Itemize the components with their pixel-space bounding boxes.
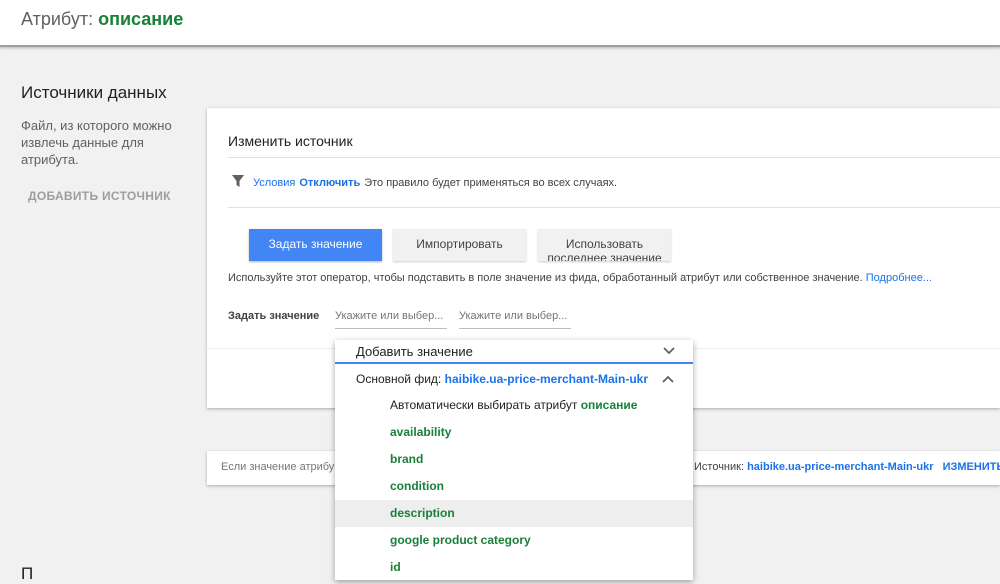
condition-note: Это правило будет применяться во всех сл…	[364, 176, 618, 189]
tab-use-last-value[interactable]: Использовать последнее значение	[538, 229, 671, 261]
next-section-title: П	[21, 564, 34, 583]
list-item[interactable]: condition	[335, 473, 693, 500]
edit-button[interactable]: ИЗМЕНИТЬ	[943, 461, 1000, 473]
add-source-button[interactable]: ДОБАВИТЬ ИСТОЧНИК	[28, 189, 171, 203]
chevron-up-icon[interactable]	[662, 375, 674, 383]
filter-icon	[231, 174, 253, 191]
divider	[228, 207, 1000, 208]
chevron-down-icon	[663, 347, 675, 355]
disable-link[interactable]: Отключить	[299, 177, 360, 189]
rule-summary-text: Если значение атрибу	[221, 461, 335, 473]
source-info: Источник: haibike.ua-price-merchant-Main…	[694, 461, 1000, 473]
tab-import[interactable]: Импортировать	[393, 229, 526, 261]
feed-group-header[interactable]: Основной фид: haibike.ua-price-merchant-…	[356, 372, 648, 386]
set-value-label: Задать значение	[228, 310, 320, 322]
help-text-row: Используйте этот оператор, чтобы подстав…	[228, 272, 932, 284]
sources-description: Файл, из которого можно извлечь данные д…	[21, 118, 172, 167]
title-attribute: описание	[98, 9, 184, 29]
auto-attribute: описание	[580, 398, 638, 412]
learn-more-link[interactable]: Подробнее...	[866, 272, 932, 284]
feed-label: Основной фид:	[356, 372, 442, 386]
page-title: Атрибут: описание	[21, 9, 183, 30]
value-input-1[interactable]: Укажите или выбер...	[335, 306, 447, 329]
source-label: Источник:	[694, 461, 745, 473]
list-item[interactable]: brand	[335, 446, 693, 473]
list-item[interactable]: availability	[335, 419, 693, 446]
conditions-link[interactable]: Условия	[253, 177, 295, 189]
list-item[interactable]: google product category	[335, 527, 693, 554]
add-value-dropdown: Добавить значение Основной фид: haibike.…	[335, 340, 693, 580]
list-item[interactable]: id	[335, 554, 693, 580]
sources-title: Источники данных	[21, 83, 167, 102]
value-input-2[interactable]: Укажите или выбер...	[459, 306, 571, 329]
top-bar: Атрибут: описание	[0, 0, 1000, 47]
auto-label: Автоматически выбирать атрибут	[390, 398, 578, 412]
divider	[228, 157, 1000, 158]
dropdown-header-label: Добавить значение	[356, 344, 473, 359]
dropdown-header[interactable]: Добавить значение	[335, 340, 693, 364]
condition-row: Условия Отключить Это правило будет прим…	[231, 174, 617, 191]
list-item[interactable]: description	[335, 500, 693, 527]
source-name-link[interactable]: haibike.ua-price-merchant-Main-ukr	[747, 461, 933, 473]
help-text: Используйте этот оператор, чтобы подстав…	[228, 272, 863, 284]
title-prefix: Атрибут:	[21, 9, 94, 29]
feed-name: haibike.ua-price-merchant-Main-ukr	[444, 372, 648, 386]
tab-set-value[interactable]: Задать значение	[249, 229, 382, 261]
card-title: Изменить источник	[228, 133, 353, 149]
auto-select-attribute-option[interactable]: Автоматически выбирать атрибут описание	[335, 392, 693, 419]
